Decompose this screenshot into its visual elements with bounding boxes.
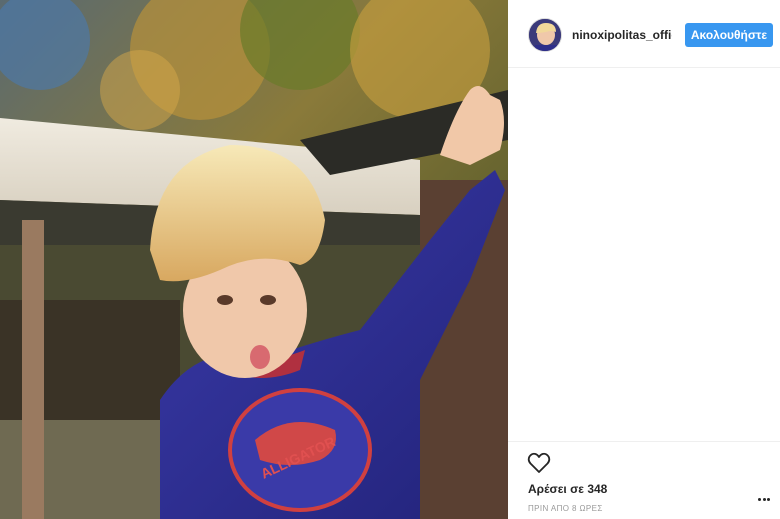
more-options-icon[interactable]: [758, 488, 774, 501]
username-link[interactable]: ninoxipolitas_offic: [572, 28, 672, 42]
likes-count[interactable]: Αρέσει σε 348: [528, 482, 607, 496]
post-timestamp: ΠΡΙΝ ΑΠΟ 8 ΩΡΕΣ: [528, 504, 603, 513]
follow-button[interactable]: Ακολουθήστε: [685, 23, 773, 47]
comments-area: [508, 69, 780, 441]
post-sidebar: ninoxipolitas_offic Ακολουθήστε Αρέσει σ…: [508, 0, 780, 519]
avatar-image: [529, 19, 561, 51]
avatar[interactable]: [528, 18, 562, 52]
post-header: ninoxipolitas_offic Ακολουθήστε: [508, 0, 780, 68]
instagram-post: ALLIGATOR ninoxipolitas_offic Ακολουθήστ…: [0, 0, 780, 519]
post-actions: Αρέσει σε 348 ΠΡΙΝ ΑΠΟ 8 ΩΡΕΣ: [508, 441, 780, 519]
photo-image: ALLIGATOR: [0, 0, 508, 519]
heart-icon[interactable]: [527, 452, 551, 474]
post-photo[interactable]: ALLIGATOR: [0, 0, 508, 519]
